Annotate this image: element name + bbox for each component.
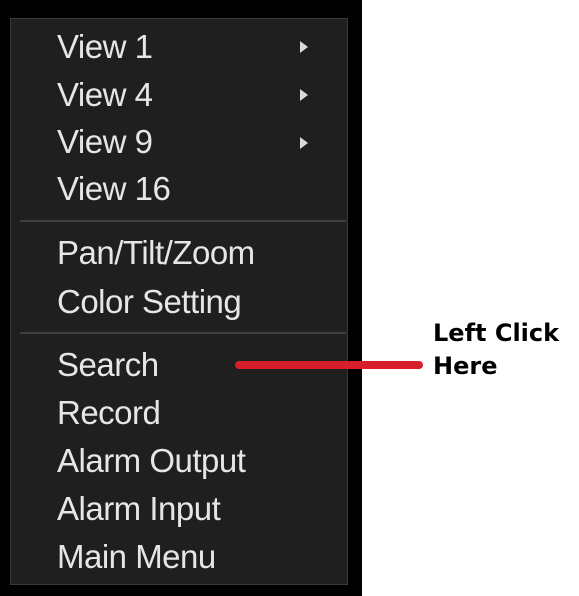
- callout-pointer-line: [235, 361, 423, 369]
- menu-item-label: Record: [57, 394, 161, 431]
- menu-item-label: Pan/Tilt/Zoom: [57, 234, 255, 271]
- menu-item-label: View 1: [57, 28, 153, 65]
- page: View 1 View 4 View 9 View 16 Pan/Tilt/Zo…: [0, 0, 579, 596]
- menu-item-view-4[interactable]: View 4: [57, 73, 153, 117]
- menu-item-alarm-input[interactable]: Alarm Input: [57, 487, 221, 531]
- submenu-arrow-icon: [300, 41, 308, 53]
- menu-item-label: Alarm Input: [57, 490, 221, 527]
- menu-item-view-9[interactable]: View 9: [57, 120, 153, 164]
- menu-item-pan-tilt-zoom[interactable]: Pan/Tilt/Zoom: [57, 231, 255, 275]
- menu-divider: [20, 332, 346, 334]
- menu-item-search[interactable]: Search: [57, 343, 159, 387]
- menu-item-alarm-output[interactable]: Alarm Output: [57, 439, 246, 483]
- menu-item-label: Color Setting: [57, 283, 242, 320]
- menu-item-view-16[interactable]: View 16: [57, 167, 171, 211]
- submenu-arrow-icon: [300, 137, 308, 149]
- menu-item-label: View 9: [57, 123, 153, 160]
- menu-item-color-setting[interactable]: Color Setting: [57, 280, 242, 324]
- submenu-arrow-icon: [300, 89, 308, 101]
- callout-label-line-1: Left Click: [433, 319, 560, 347]
- menu-item-view-1[interactable]: View 1: [57, 25, 153, 69]
- menu-divider: [20, 220, 346, 222]
- menu-item-label: Alarm Output: [57, 442, 246, 479]
- menu-item-label: View 4: [57, 76, 153, 113]
- menu-item-record[interactable]: Record: [57, 391, 161, 435]
- menu-item-main-menu[interactable]: Main Menu: [57, 535, 216, 579]
- menu-item-label: Search: [57, 346, 159, 383]
- menu-item-label: Main Menu: [57, 538, 216, 575]
- context-menu-backdrop: View 1 View 4 View 9 View 16 Pan/Tilt/Zo…: [0, 0, 362, 596]
- callout-label-line-2: Here: [433, 352, 498, 380]
- menu-item-label: View 16: [57, 170, 171, 207]
